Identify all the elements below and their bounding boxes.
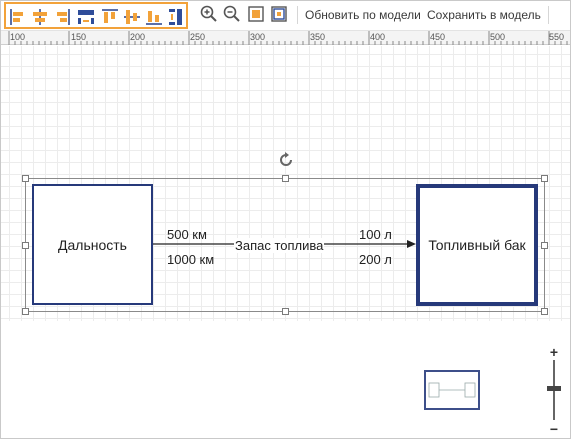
align-tools-group: [4, 2, 188, 29]
toolbar: Обновить по модели Сохранить в модель: [1, 1, 570, 31]
actual-size-icon[interactable]: [269, 4, 289, 24]
align-center-icon[interactable]: [30, 7, 50, 27]
node-label: Топливный бак: [428, 237, 526, 253]
ruler-label: 450: [430, 32, 446, 42]
ruler-label: 400: [370, 32, 386, 42]
align-top-icon[interactable]: [100, 7, 120, 27]
zoom-in-icon[interactable]: [199, 4, 219, 24]
ruler-label: 150: [71, 32, 87, 42]
ruler-label: 550: [549, 32, 565, 42]
ruler-label: 250: [190, 32, 206, 42]
node-range[interactable]: Дальность: [32, 184, 153, 305]
node-label: Дальность: [58, 236, 127, 253]
ruler-label: 500: [490, 32, 506, 42]
align-left-icon[interactable]: [8, 7, 28, 27]
edge-target-label: 100 л: [359, 227, 392, 242]
distribute-horizontal-icon[interactable]: [76, 7, 96, 27]
minimap[interactable]: [424, 370, 480, 410]
update-from-model-button[interactable]: Обновить по модели: [305, 8, 421, 22]
app-window: Обновить по модели Сохранить в модель 10…: [0, 0, 571, 439]
ruler-label: 200: [130, 32, 146, 42]
toolbar-separator: [297, 6, 298, 24]
diagram-canvas[interactable]: Дальность Топливный бак 500 км 1000 км З…: [1, 46, 570, 438]
ruler-label: 100: [10, 32, 26, 42]
align-middle-icon[interactable]: [122, 7, 142, 27]
zoom-out-icon[interactable]: [222, 4, 242, 24]
zoom-minus-button[interactable]: −: [548, 422, 560, 436]
node-fuel-tank[interactable]: Топливный бак: [416, 184, 538, 306]
ruler-label: 300: [250, 32, 266, 42]
edge-source-label: 1000 км: [167, 252, 215, 267]
toolbar-separator: [548, 6, 549, 24]
ruler-label: 350: [310, 32, 326, 42]
edge-label: Запас топлива: [234, 238, 325, 253]
save-to-model-button[interactable]: Сохранить в модель: [427, 8, 541, 22]
edge-source-label: 500 км: [167, 227, 207, 242]
edge-target-label: 200 л: [359, 252, 392, 267]
horizontal-ruler: 100 150 200 250 300 350 400 450 500 550: [1, 31, 570, 45]
zoom-plus-button[interactable]: +: [548, 345, 560, 359]
canvas-empty-area: [1, 321, 570, 438]
align-bottom-icon[interactable]: [144, 7, 164, 27]
zoom-slider-thumb[interactable]: [547, 386, 561, 391]
distribute-vertical-icon[interactable]: [166, 7, 186, 27]
fit-to-screen-icon[interactable]: [246, 4, 266, 24]
align-right-icon[interactable]: [52, 7, 72, 27]
